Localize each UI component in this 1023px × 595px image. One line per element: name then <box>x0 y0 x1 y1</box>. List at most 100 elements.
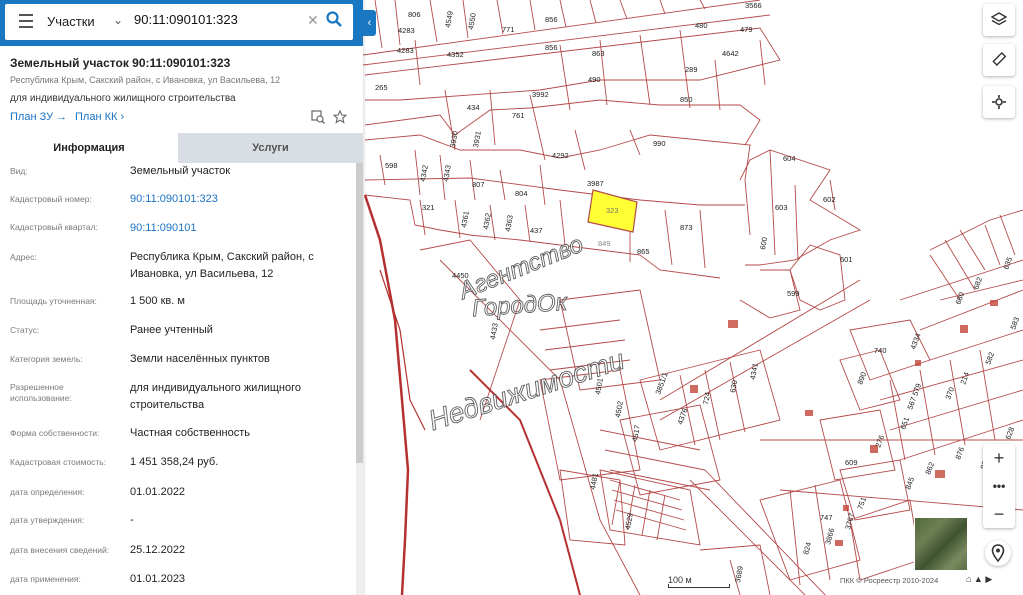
satellite-minimap[interactable] <box>914 517 968 571</box>
zoom-in-button[interactable]: + <box>983 444 1015 472</box>
svg-text:747: 747 <box>820 513 833 522</box>
svg-text:804: 804 <box>515 189 528 198</box>
collapse-panel-button[interactable]: ‹ <box>363 10 376 36</box>
info-row: Адрес: Республика Крым, Сакский район, с… <box>0 243 356 288</box>
plan-kk-label: План КК <box>75 111 118 123</box>
svg-text:4283: 4283 <box>398 26 415 35</box>
info-row: дата утверждения: - <box>0 507 356 537</box>
copyright: ПКК © Росреестр 2010-2024 <box>840 576 939 585</box>
search-bar: Участки ⌄ ✕ <box>0 0 363 46</box>
clear-icon[interactable]: ✕ <box>307 12 319 29</box>
info-value: Республика Крым, Сакский район, с Иванов… <box>130 251 314 280</box>
info-value: - <box>130 514 134 526</box>
svg-text:771: 771 <box>502 25 515 34</box>
chevron-down-icon[interactable]: ⌄ <box>113 13 123 27</box>
crosshair-button[interactable] <box>983 86 1015 118</box>
location-button[interactable] <box>985 540 1011 566</box>
info-value: Земли населённых пунктов <box>130 353 270 365</box>
svg-text:3992: 3992 <box>532 90 549 99</box>
info-value: 25.12.2022 <box>130 544 186 556</box>
info-value: 1 500 кв. м <box>130 295 185 307</box>
info-row: дата определения: 01.01.2022 <box>0 478 356 508</box>
cadastral-number-link[interactable]: 90:11:090101:323 <box>130 191 345 208</box>
search-type-select[interactable]: Участки <box>47 14 95 29</box>
svg-text:856: 856 <box>545 15 558 24</box>
svg-text:604: 604 <box>783 154 796 163</box>
tabs: Информация Услуги <box>0 133 363 163</box>
info-row: дата внесения сведений: 25.12.2022 <box>0 536 356 566</box>
home-icon[interactable]: ⌂ ▲ ▶ <box>966 574 992 585</box>
info-value: для индивидуального жилищного строительс… <box>130 382 302 411</box>
search-icon[interactable] <box>326 11 342 32</box>
svg-text:599: 599 <box>787 289 800 298</box>
search-input[interactable] <box>132 11 306 28</box>
info-row: Статус: Ранее учтенный <box>0 316 356 347</box>
svg-text:479: 479 <box>740 25 753 34</box>
svg-text:740: 740 <box>874 346 887 355</box>
svg-text:601: 601 <box>840 255 853 264</box>
plan-zu-link[interactable]: План ЗУ → <box>10 111 67 123</box>
parcel-address: Республика Крым, Сакский район, с Иванов… <box>10 75 281 85</box>
more-icon[interactable]: ••• <box>983 472 1015 500</box>
svg-text:602: 602 <box>823 195 836 204</box>
svg-text:849: 849 <box>598 239 611 248</box>
info-row: Разрешенное использование: для индивидуа… <box>0 374 356 421</box>
plan-kk-link[interactable]: План КК › <box>75 111 124 123</box>
svg-text:4352: 4352 <box>447 50 464 59</box>
info-label: Разрешенное использование: <box>10 382 72 403</box>
info-value: Ранее учтенный <box>130 324 213 336</box>
info-panel: Участки ⌄ ✕ Земельный участок 90:11:0901… <box>0 0 363 595</box>
svg-text:289: 289 <box>685 65 698 74</box>
star-icon[interactable] <box>332 109 348 129</box>
svg-text:990: 990 <box>653 139 666 148</box>
svg-text:609: 609 <box>845 458 858 467</box>
parcel-use: для индивидуального жилищного строительс… <box>10 93 236 104</box>
tab-information[interactable]: Информация <box>0 133 178 163</box>
info-label: Кадастровый квартал: <box>10 222 98 232</box>
layers-button[interactable] <box>983 4 1015 36</box>
info-label: дата утверждения: <box>10 515 85 525</box>
parcel-title: Земельный участок 90:11:090101:323 <box>10 56 231 70</box>
info-row: дата применения: 01.01.2023 <box>0 565 356 595</box>
layers-icon <box>991 12 1007 26</box>
info-row: Кадастровая стоимость: 1 451 358,24 руб. <box>0 448 356 479</box>
menu-icon[interactable] <box>19 14 33 28</box>
info-label: Площадь уточненная: <box>10 296 97 306</box>
info-row: Площадь уточненная: 1 500 кв. м <box>0 287 356 317</box>
info-row: Вид: Земельный участок <box>0 163 356 189</box>
crosshair-icon <box>992 95 1006 109</box>
info-row: Форма собственности: Частная собственнос… <box>0 420 356 449</box>
info-value: 01.01.2023 <box>130 573 186 585</box>
svg-text:603: 603 <box>775 203 788 212</box>
zoom-controls: + ••• − <box>983 444 1015 528</box>
scrollbar[interactable] <box>356 163 363 595</box>
info-label: Категория земель: <box>10 354 83 364</box>
svg-text:873: 873 <box>680 223 693 232</box>
info-label: Кадастровая стоимость: <box>10 457 107 467</box>
svg-text:865: 865 <box>637 247 650 256</box>
svg-text:3566: 3566 <box>745 1 762 10</box>
info-label: Вид: <box>10 166 28 176</box>
info-label: Статус: <box>10 325 40 335</box>
chevron-right-icon: › <box>120 111 125 123</box>
ruler-button[interactable] <box>983 44 1015 76</box>
svg-text:598: 598 <box>385 161 398 170</box>
scrollbar-thumb[interactable] <box>356 163 363 463</box>
locate-on-map-icon[interactable] <box>311 110 325 129</box>
info-row: Кадастровый квартал: 90:11:090101 <box>0 215 356 244</box>
svg-text:850: 850 <box>680 95 693 104</box>
svg-text:4292: 4292 <box>552 151 569 160</box>
info-label: дата внесения сведений: <box>10 545 110 555</box>
zoom-out-button[interactable]: − <box>983 500 1015 528</box>
ruler-icon <box>992 52 1007 66</box>
svg-text:265: 265 <box>375 83 388 92</box>
svg-text:321: 321 <box>422 203 435 212</box>
cadastral-quarter-link[interactable]: 90:11:090101 <box>130 220 345 237</box>
lot-806[interactable]: 806 <box>408 10 421 19</box>
svg-text:4642: 4642 <box>722 49 739 58</box>
scale-bar <box>668 584 730 588</box>
tab-services[interactable]: Услуги <box>178 133 363 163</box>
info-label: дата определения: <box>10 487 85 497</box>
svg-text:761: 761 <box>512 111 525 120</box>
svg-text:434: 434 <box>467 103 480 112</box>
